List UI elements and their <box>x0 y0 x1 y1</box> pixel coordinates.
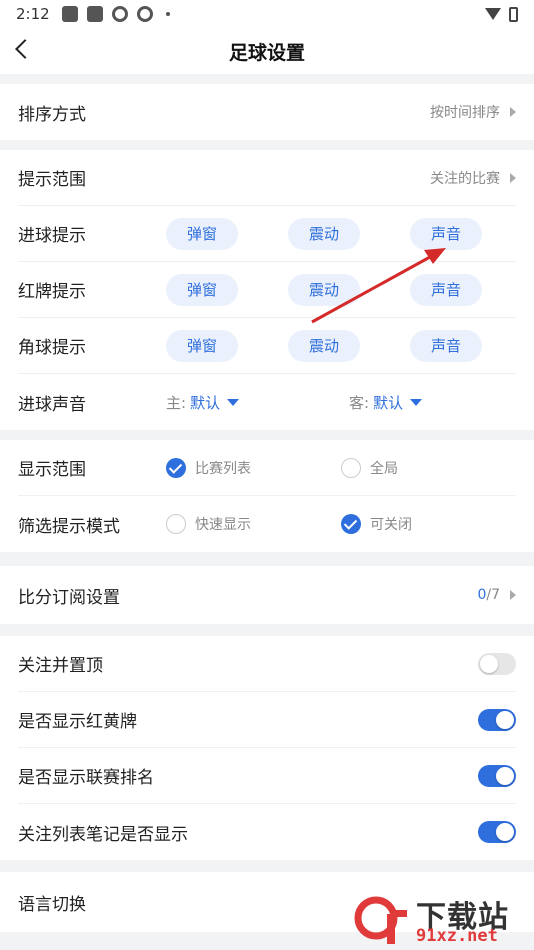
checked-radio-icon <box>341 514 361 534</box>
show-cards-label: 是否显示红黄牌 <box>18 712 137 732</box>
notification-icon <box>86 6 103 22</box>
home-sound-key: 主: <box>166 393 187 412</box>
battery-icon <box>509 6 518 22</box>
filter-closable-option[interactable]: 可关闭 <box>341 514 516 534</box>
dropdown-icon <box>227 398 240 406</box>
filter-mode-label: 筛选提示模式 <box>18 516 120 537</box>
corner-popup-button[interactable]: 弹窗 <box>166 329 238 362</box>
goal-popup-button[interactable]: 弹窗 <box>166 217 238 250</box>
follow-pin-toggle[interactable] <box>478 652 516 675</box>
corner-sound-button[interactable]: 声音 <box>410 329 482 362</box>
display-range-label: 显示范围 <box>18 460 86 480</box>
corner-alert-label: 角球提示 <box>18 338 86 358</box>
show-ranking-label: 是否显示联赛排名 <box>18 768 154 788</box>
show-ranking-row: 是否显示联赛排名 <box>18 748 516 804</box>
show-ranking-toggle[interactable] <box>478 764 516 787</box>
goal-sound-label: 进球声音 <box>18 394 86 415</box>
sort-value: 按时间排序 <box>430 102 516 122</box>
toggle-section: 关注并置顶 是否显示红黄牌 是否显示联赛排名 关注列表笔记是否显示 <box>0 636 534 860</box>
corner-vibrate-button[interactable]: 震动 <box>288 329 360 362</box>
display-match-list-option[interactable]: 比赛列表 <box>166 457 341 478</box>
score-count-total: /7 <box>486 587 500 603</box>
notification-icon <box>61 6 78 22</box>
more-notifications-icon <box>165 12 170 16</box>
red-card-sound-button[interactable]: 声音 <box>410 273 482 306</box>
score-section: 比分订阅设置 0/7 <box>0 566 534 624</box>
show-notes-label: 关注列表笔记是否显示 <box>18 824 188 845</box>
status-time: 2:12 <box>16 5 50 23</box>
score-subscription-label: 比分订阅设置 <box>18 587 120 608</box>
alert-range-label: 提示范围 <box>18 170 86 190</box>
red-card-popup-button[interactable]: 弹窗 <box>166 273 238 306</box>
unchecked-radio-icon <box>166 514 186 534</box>
app-notification-icon <box>136 6 153 22</box>
red-card-alert-label: 红牌提示 <box>18 282 86 302</box>
filter-mode-row: 筛选提示模式 快速显示 可关闭 <box>18 496 516 552</box>
away-sound-key: 客: <box>349 393 370 412</box>
dropdown-icon <box>410 398 423 406</box>
toggle-knob <box>496 766 514 785</box>
alert-range-row[interactable]: 提示范围 关注的比赛 <box>18 150 516 206</box>
chevron-right-icon <box>510 172 516 183</box>
back-icon[interactable] <box>15 39 35 59</box>
sort-label: 排序方式 <box>18 104 86 125</box>
alert-range-value: 关注的比赛 <box>430 168 516 188</box>
follow-pin-row: 关注并置顶 <box>18 636 516 692</box>
corner-alert-row: 角球提示 弹窗 震动 声音 <box>18 318 516 374</box>
sort-row[interactable]: 排序方式 按时间排序 <box>18 84 516 140</box>
sort-value-text: 按时间排序 <box>430 105 500 121</box>
nav-bar: 足球设置 <box>0 28 534 74</box>
filter-closable-label: 可关闭 <box>370 517 412 533</box>
status-bar: 2:12 <box>0 0 534 28</box>
goal-alert-label: 进球提示 <box>18 226 86 246</box>
wifi-icon <box>485 8 501 20</box>
display-section: 显示范围 比赛列表 全局 筛选提示模式 快速显示 可关闭 <box>0 440 534 552</box>
score-count: 0/7 <box>477 587 516 603</box>
score-subscription-row[interactable]: 比分订阅设置 0/7 <box>18 566 516 624</box>
display-global-label: 全局 <box>370 460 398 477</box>
alert-range-value-text: 关注的比赛 <box>430 170 500 187</box>
display-range-row: 显示范围 比赛列表 全局 <box>18 440 516 496</box>
show-notes-row: 关注列表笔记是否显示 <box>18 804 516 860</box>
follow-pin-label: 关注并置顶 <box>18 656 103 676</box>
checked-radio-icon <box>166 457 186 478</box>
toggle-knob <box>480 654 498 673</box>
show-cards-toggle[interactable] <box>478 708 516 731</box>
toggle-knob <box>496 710 514 729</box>
chevron-right-icon <box>510 107 516 117</box>
watermark-logo-icon <box>354 896 407 944</box>
goal-sound-button[interactable]: 声音 <box>410 217 482 250</box>
app-notification-icon <box>111 6 128 22</box>
display-global-option[interactable]: 全局 <box>341 457 516 478</box>
home-sound-select[interactable]: 主: 默认 <box>166 392 349 413</box>
display-match-list-label: 比赛列表 <box>195 460 251 477</box>
watermark: 下载站 91xz.net <box>354 892 524 948</box>
alert-section: 提示范围 关注的比赛 进球提示 弹窗 震动 声音 红牌提示 弹窗 震动 声音 角… <box>0 150 534 430</box>
away-sound-select[interactable]: 客: 默认 <box>349 392 423 413</box>
show-notes-toggle[interactable] <box>478 821 516 843</box>
red-card-alert-row: 红牌提示 弹窗 震动 声音 <box>18 262 516 318</box>
away-sound-value: 默认 <box>373 393 404 412</box>
goal-alert-row: 进球提示 弹窗 震动 声音 <box>18 206 516 262</box>
home-sound-value: 默认 <box>190 393 221 412</box>
goal-vibrate-button[interactable]: 震动 <box>288 217 360 250</box>
sort-section: 排序方式 按时间排序 <box>0 84 534 140</box>
goal-sound-row: 进球声音 主: 默认 客: 默认 <box>18 374 516 430</box>
filter-quick-option[interactable]: 快速显示 <box>166 514 341 534</box>
watermark-bottom-text: 91xz.net <box>416 926 498 946</box>
red-card-vibrate-button[interactable]: 震动 <box>288 273 360 306</box>
page-title: 足球设置 <box>228 41 305 64</box>
chevron-right-icon <box>510 590 516 600</box>
language-label: 语言切换 <box>18 894 86 915</box>
toggle-knob <box>496 823 514 841</box>
filter-quick-label: 快速显示 <box>195 517 251 533</box>
show-cards-row: 是否显示红黄牌 <box>18 692 516 748</box>
unchecked-radio-icon <box>341 457 361 478</box>
